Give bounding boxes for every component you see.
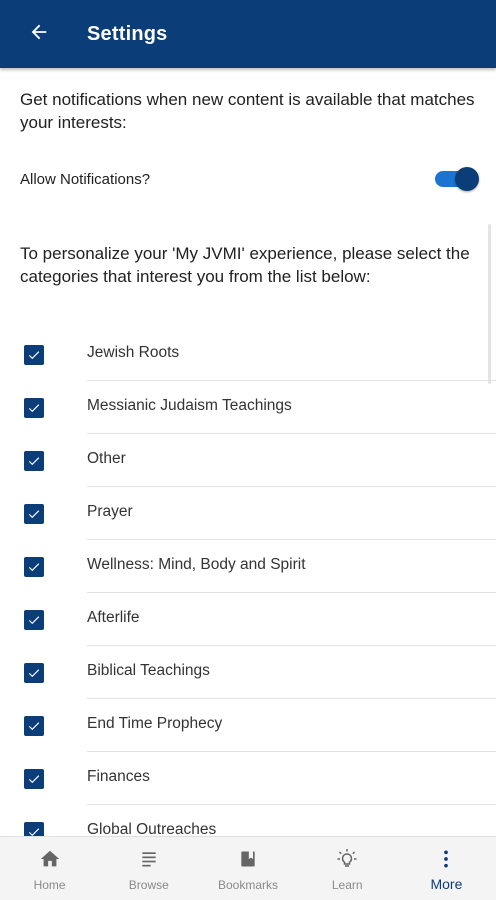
nav-label: Bookmarks [217,878,279,892]
more-vertical-icon [436,847,456,871]
category-label: Biblical Teachings [87,662,210,679]
allow-notifications-row: Allow Notifications? [0,163,496,195]
nav-item-browse[interactable]: Browse [99,837,198,900]
checkbox-checked-icon[interactable] [24,610,44,630]
category-label: Global Outreaches [87,821,217,836]
nav-item-learn[interactable]: Learn [298,837,397,900]
category-item[interactable]: Finances [0,752,496,805]
checkbox-checked-icon[interactable] [24,345,44,365]
category-item[interactable]: Messianic Judaism Teachings [0,381,496,434]
category-label: End Time Prophecy [87,715,223,732]
page-title: Settings [87,22,168,45]
category-item[interactable]: Other [0,434,496,487]
allow-notifications-toggle[interactable] [433,167,479,191]
category-item[interactable]: Afterlife [0,593,496,646]
checkbox-checked-icon[interactable] [24,451,44,471]
nav-item-home[interactable]: Home [0,837,99,900]
category-label: Prayer [87,503,133,520]
checkbox-checked-icon[interactable] [24,398,44,418]
arrow-left-icon [28,21,50,48]
toggle-thumb [455,167,479,191]
category-list: Jewish Roots Messianic Judaism Teachings… [0,328,496,836]
back-button[interactable] [11,6,67,62]
personalize-instructions: To personalize your 'My JVMI' experience… [20,244,470,286]
category-label: Afterlife [87,609,140,626]
bottom-navigation: Home Browse Bookmarks Learn More [0,836,496,900]
category-item[interactable]: End Time Prophecy [0,699,496,752]
settings-content: Get notifications when new content is av… [0,68,496,836]
app-bar: Settings [0,0,496,68]
category-item[interactable]: Prayer [0,487,496,540]
checkbox-checked-icon[interactable] [24,716,44,736]
category-item[interactable]: Global Outreaches [0,805,496,836]
category-label: Other [87,450,126,467]
nav-label: Browse [128,878,169,892]
nav-item-more[interactable]: More [397,837,496,900]
home-icon [39,847,61,871]
category-item[interactable]: Biblical Teachings [0,646,496,699]
checkbox-checked-icon[interactable] [24,663,44,683]
nav-item-bookmarks[interactable]: Bookmarks [198,837,297,900]
checkbox-checked-icon[interactable] [24,769,44,789]
nav-label: Home [33,878,66,892]
browse-icon [139,847,159,871]
category-label: Jewish Roots [87,344,180,361]
category-label: Messianic Judaism Teachings [87,397,292,414]
allow-notifications-label: Allow Notifications? [20,170,151,188]
category-label: Finances [87,768,150,785]
checkbox-checked-icon[interactable] [24,504,44,524]
category-item[interactable]: Wellness: Mind, Body and Spirit [0,540,496,593]
lightbulb-icon [335,847,359,871]
checkbox-checked-icon[interactable] [24,557,44,577]
notifications-intro-text: Get notifications when new content is av… [20,90,475,132]
nav-label: More [430,876,463,892]
checkbox-checked-icon[interactable] [24,822,44,836]
nav-label: Learn [331,878,363,892]
category-label: Wellness: Mind, Body and Spirit [87,556,306,573]
category-item[interactable]: Jewish Roots [0,328,496,381]
bookmark-icon [238,847,258,871]
